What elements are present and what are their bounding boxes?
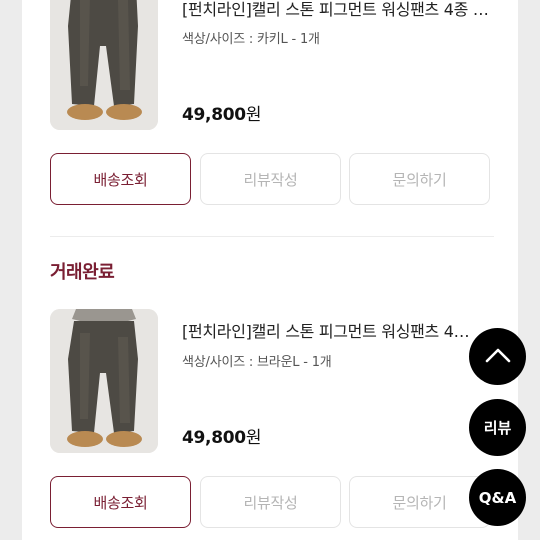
price-amount: 49,800 — [182, 428, 246, 448]
product-thumbnail[interactable] — [50, 0, 158, 130]
write-review-button[interactable]: 리뷰작성 — [200, 476, 341, 528]
scroll-top-button[interactable] — [469, 328, 526, 385]
product-title[interactable]: [펀치라인]캘리 스톤 피그먼트 워싱팬츠 4종 세트 — [182, 318, 472, 342]
write-review-button[interactable]: 리뷰작성 — [200, 153, 341, 205]
product-price: 49,800원 — [182, 100, 261, 125]
product-title[interactable]: [펀치라인]캘리 스톤 피그먼트 워싱팬츠 4종 세트 — [182, 0, 494, 20]
divider — [50, 236, 494, 237]
order-status: 거래완료 — [50, 262, 115, 283]
review-button[interactable]: 리뷰 — [469, 399, 526, 456]
price-amount: 49,800 — [182, 105, 246, 125]
chevron-up-icon — [485, 347, 511, 367]
track-delivery-button[interactable]: 배송조회 — [50, 476, 191, 528]
order-list: [펀치라인]캘리 스톤 피그먼트 워싱팬츠 4종 세트 색상/사이즈 : 카키L… — [22, 0, 518, 540]
product-price: 49,800원 — [182, 423, 261, 448]
product-option: 색상/사이즈 : 카키L - 1개 — [182, 32, 320, 47]
product-option: 색상/사이즈 : 브라운L - 1개 — [182, 355, 332, 370]
inquiry-button[interactable]: 문의하기 — [349, 153, 490, 205]
price-unit: 원 — [245, 428, 262, 448]
product-thumbnail[interactable] — [50, 309, 158, 453]
price-unit: 원 — [245, 105, 262, 125]
track-delivery-button[interactable]: 배송조회 — [50, 153, 191, 205]
qna-button[interactable]: Q&A — [469, 469, 526, 526]
